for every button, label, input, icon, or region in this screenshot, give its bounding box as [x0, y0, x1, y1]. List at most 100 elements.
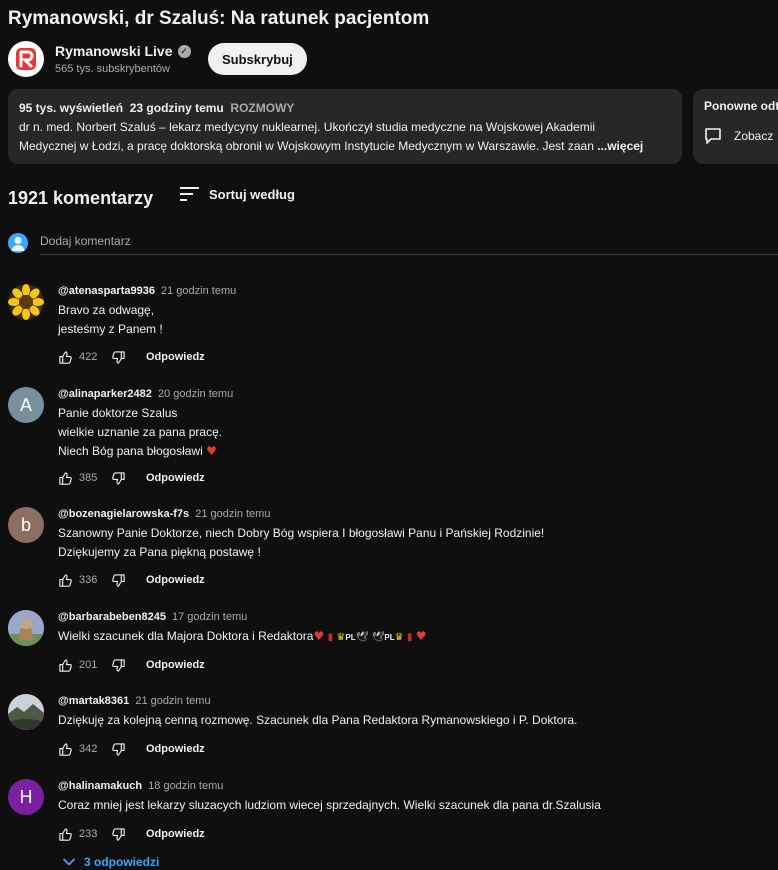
comment-actions: 342 Odpowiedz: [58, 739, 205, 759]
comment-line: Coraz mniej jest lekarzy sluzacych ludzi…: [58, 798, 601, 812]
dislike-icon[interactable]: [111, 658, 126, 673]
sort-button[interactable]: Sortuj według: [180, 186, 295, 202]
comment-count: 1921 komentarzy: [8, 188, 154, 208]
commenter-avatar[interactable]: [8, 694, 44, 730]
reply-button[interactable]: Odpowiedz: [146, 574, 205, 586]
crown-emoji-icon: ♛: [394, 632, 404, 643]
replay-chat-label: Zobacz: [734, 129, 774, 143]
comment-author[interactable]: @atenasparta9936: [58, 285, 155, 297]
user-avatar: [8, 233, 28, 253]
comment-time[interactable]: 21 godzin temu: [161, 285, 236, 297]
like-icon[interactable]: [58, 471, 73, 486]
comment-item: b @bozenagielarowska-f7s 21 godzin temu …: [8, 507, 778, 587]
dislike-icon[interactable]: [111, 350, 126, 365]
comment-line: Niech Bóg pana błogosławi: [58, 444, 203, 458]
comment-header: @alinaparker2482 20 godzin temu: [58, 388, 233, 400]
comment-time[interactable]: 17 godzin temu: [172, 611, 247, 623]
like-icon[interactable]: [58, 827, 73, 842]
comment-line: Panie doktorze Szalus: [58, 406, 178, 420]
comment-actions: 336 Odpowiedz: [58, 570, 205, 590]
comment-line: Szanowny Panie Doktorze, niech Dobry Bóg…: [58, 526, 545, 540]
dislike-icon[interactable]: [111, 573, 126, 588]
channel-name-text[interactable]: Rymanowski Live: [55, 43, 173, 59]
commenter-avatar[interactable]: A: [8, 387, 44, 423]
comment-header: @barbarabeben8245 17 godzin temu: [58, 611, 247, 623]
subscribe-button[interactable]: Subskrybuj: [208, 43, 307, 75]
verified-icon: ✓: [177, 44, 191, 58]
view-count: 95 tys. wyświetleń: [19, 101, 124, 115]
comment-line: jesteśmy z Panem !: [58, 322, 163, 336]
comment-time[interactable]: 21 godzin temu: [195, 508, 270, 520]
comment-time[interactable]: 21 godzin temu: [135, 695, 210, 707]
description-meta: 95 tys. wyświetleń 23 godziny temu ROZMO…: [19, 99, 671, 118]
candle-emoji-icon: ▮: [327, 632, 334, 643]
comment-author[interactable]: @barbarabeben8245: [58, 611, 166, 623]
pl-flag-label: PL: [384, 633, 395, 642]
reply-button[interactable]: Odpowiedz: [146, 351, 205, 363]
comment-line: Dziękujemy za Pana piękną postawę !: [58, 545, 261, 559]
subscriber-count: 565 tys. subskrybentów: [55, 63, 170, 75]
like-icon[interactable]: [58, 658, 73, 673]
comment-line-with-emoji: Niech Bóg pana błogosławi ♥: [58, 442, 222, 461]
comment-author[interactable]: @martak8361: [58, 695, 129, 707]
comment-item: @barbarabeben8245 17 godzin temu Wielki …: [8, 610, 778, 675]
show-replies-button[interactable]: 3 odpowiedzi: [62, 855, 159, 869]
comment-author[interactable]: @bozenagielarowska-f7s: [58, 508, 189, 520]
like-count: 385: [79, 472, 98, 484]
reply-button[interactable]: Odpowiedz: [146, 828, 205, 840]
user-avatar-icon: [11, 236, 25, 251]
eagle-emoji-icon: 🕊: [355, 632, 369, 643]
upload-age: 23 godziny temu: [129, 101, 224, 115]
comment-author[interactable]: @alinaparker2482: [58, 388, 152, 400]
dislike-icon[interactable]: [111, 827, 126, 842]
category-tag[interactable]: ROZMOWY: [230, 101, 294, 115]
comment-time[interactable]: 18 godzin temu: [148, 780, 223, 792]
description-line-1: dr n. med. Norbert Szaluś – lekarz medyc…: [19, 120, 596, 134]
channel-name[interactable]: Rymanowski Live ✓: [55, 43, 191, 59]
comment-text: Szanowny Panie Doktorze, niech Dobry Bóg…: [58, 524, 544, 562]
comment-item: @martak8361 21 godzin temu Dziękuję za k…: [8, 694, 778, 759]
description-box[interactable]: 95 tys. wyświetleń 23 godziny temu ROZMO…: [8, 89, 682, 164]
replay-box[interactable]: Ponowne odtwarzanie Zobacz: [693, 89, 778, 164]
like-count: 342: [79, 743, 98, 755]
heart-emoji-icon: ♥: [206, 444, 217, 458]
comment-item: @atenasparta9936 21 godzin temu Bravo za…: [8, 284, 778, 364]
comment-actions: 233 Odpowiedz: [58, 824, 205, 844]
like-count: 336: [79, 574, 98, 586]
comment-line-with-emoji: Wielki szacunek dla Majora Doktora i Red…: [58, 627, 427, 647]
comment-line: wielkie uznanie za pana pracę.: [58, 425, 223, 439]
like-count: 201: [79, 659, 98, 671]
replay-chat-button[interactable]: Zobacz: [704, 127, 778, 145]
eagle-emoji-icon: 🕊: [371, 632, 385, 643]
avatar-letter: b: [20, 514, 31, 535]
like-icon[interactable]: [58, 742, 73, 757]
heart-emoji-icon: ♥: [313, 629, 325, 643]
avatar-letter: A: [19, 394, 32, 415]
comment-line: Wielki szacunek dla Majora Doktora i Red…: [58, 629, 314, 643]
add-comment-row: Dodaj komentarz: [8, 231, 778, 257]
commenter-avatar[interactable]: [8, 284, 44, 320]
comment-header: @halinamakuch 18 godzin temu: [58, 780, 223, 792]
comment-line: Dziękuję za kolejną cenną rozmowę. Szacu…: [58, 713, 578, 727]
show-more-button[interactable]: ...więcej: [597, 139, 643, 153]
reply-button[interactable]: Odpowiedz: [146, 659, 205, 671]
pl-flag-label: PL: [345, 633, 356, 642]
comment-text: Panie doktorze Szalus wielkie uznanie za…: [58, 404, 222, 461]
comment-author[interactable]: @halinamakuch: [58, 780, 142, 792]
video-title: Rymanowski, dr Szaluś: Na ratunek pacjen…: [8, 8, 430, 29]
add-comment-input[interactable]: Dodaj komentarz: [40, 231, 778, 255]
description-line-2-text: Medycznej w Łodzi, a pracę doktorską obr…: [19, 139, 594, 153]
commenter-avatar[interactable]: H: [8, 779, 44, 815]
sort-label: Sortuj według: [209, 186, 295, 202]
like-icon[interactable]: [58, 573, 73, 588]
like-count: 233: [79, 828, 98, 840]
dislike-icon[interactable]: [111, 742, 126, 757]
channel-logo[interactable]: [8, 41, 44, 77]
comment-time[interactable]: 20 godzin temu: [158, 388, 233, 400]
like-icon[interactable]: [58, 350, 73, 365]
reply-button[interactable]: Odpowiedz: [146, 743, 205, 755]
reply-button[interactable]: Odpowiedz: [146, 472, 205, 484]
commenter-avatar[interactable]: [8, 610, 44, 646]
commenter-avatar[interactable]: b: [8, 507, 44, 543]
dislike-icon[interactable]: [111, 471, 126, 486]
